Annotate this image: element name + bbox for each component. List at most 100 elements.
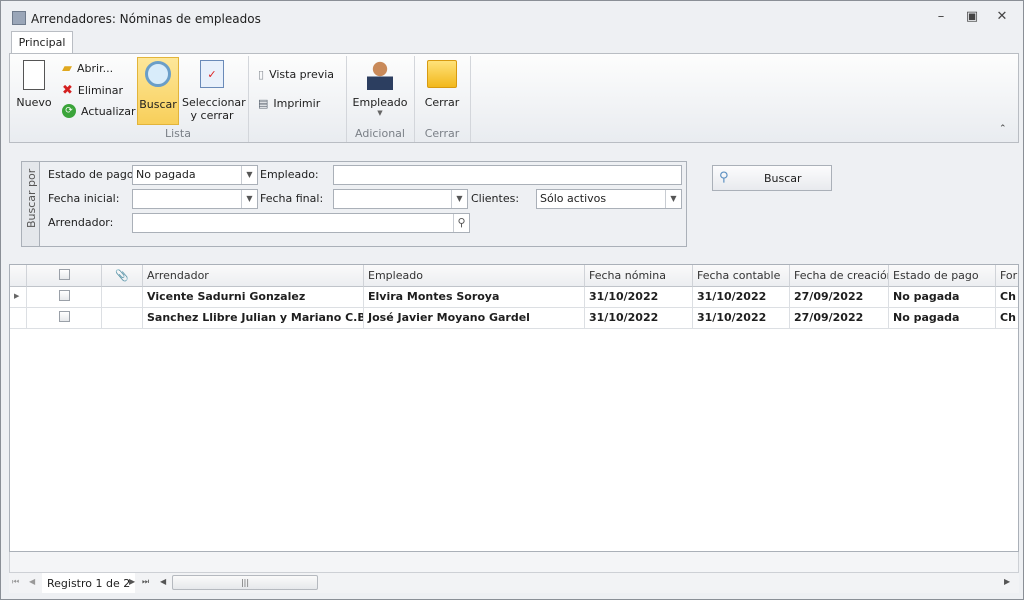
prev-record-icon[interactable]: ◀ <box>29 577 35 586</box>
y-cerrar-label: y cerrar <box>190 109 234 122</box>
fecha-final-input[interactable]: ▼ <box>333 189 468 209</box>
table-cell[interactable]: 31/10/2022 <box>693 287 790 308</box>
table-cell[interactable]: Ch <box>996 287 1018 308</box>
estado-pago-select[interactable]: No pagada ▼ <box>132 165 258 185</box>
payroll-grid: 📎 Arrendador Empleado Fecha nómina Fecha… <box>9 264 1019 552</box>
abrir-label: Abrir... <box>77 62 114 75</box>
preview-icon: ▯ <box>258 68 265 81</box>
empleado-input[interactable] <box>333 165 682 185</box>
select-check-icon: ✓ <box>200 60 224 88</box>
table-cell[interactable]: 31/10/2022 <box>585 308 693 329</box>
fecha-inicial-input[interactable]: ▼ <box>132 189 258 209</box>
table-cell[interactable]: 31/10/2022 <box>693 308 790 329</box>
fecha-inicial-label: Fecha inicial: <box>48 192 120 205</box>
search-icon[interactable]: ⚲ <box>453 214 469 232</box>
horizontal-scrollbar-thumb[interactable]: ||| <box>172 575 318 590</box>
chevron-down-icon: ▼ <box>665 190 681 208</box>
col-fecha-contable[interactable]: Fecha contable <box>693 265 790 287</box>
close-button[interactable]: ✕ <box>992 9 1012 24</box>
magnifier-icon: ⚲ <box>719 170 729 185</box>
estado-label: Estado de pago: <box>48 168 138 181</box>
seleccionar-cerrar-button[interactable]: ✓ Seleccionar y cerrar <box>182 60 246 122</box>
abrir-button[interactable]: ▰ Abrir... <box>62 61 113 76</box>
folder-icon: ▰ <box>62 61 72 76</box>
table-cell[interactable]: Ch <box>996 308 1018 329</box>
search-legend: Buscar por <box>25 168 38 228</box>
eliminar-button[interactable]: ✖ Eliminar <box>62 83 123 98</box>
eliminar-label: Eliminar <box>77 84 123 97</box>
arrendador-input[interactable]: ⚲ <box>132 213 470 233</box>
row-indicator-icon: ▶ <box>10 287 27 308</box>
calendar-icon <box>12 11 26 25</box>
table-cell[interactable]: No pagada <box>889 308 996 329</box>
select-all-checkbox[interactable] <box>27 265 102 287</box>
next-record-icon[interactable]: ▶ <box>129 577 135 586</box>
actualizar-label: Actualizar <box>81 104 136 118</box>
delete-x-icon: ✖ <box>62 83 73 98</box>
nuevo-label: Nuevo <box>16 96 52 109</box>
minimize-button[interactable]: – <box>931 9 951 24</box>
employee-icon <box>367 60 393 90</box>
cerrar-label: Cerrar <box>424 96 460 109</box>
actualizar-button[interactable]: ⟳ Actualizar <box>62 104 136 118</box>
collapse-ribbon-icon[interactable]: ⌃ <box>999 124 1007 134</box>
dropdown-arrow-icon: ▼ <box>377 109 383 117</box>
estado-value: No pagada <box>136 168 196 181</box>
last-record-icon[interactable]: ⏭ <box>142 577 149 587</box>
row-checkbox[interactable] <box>27 308 102 329</box>
chevron-down-icon: ▼ <box>241 190 257 208</box>
refresh-icon: ⟳ <box>62 104 76 118</box>
table-cell[interactable]: 31/10/2022 <box>585 287 693 308</box>
printer-icon: ▤ <box>258 97 269 110</box>
restore-button[interactable]: ▣ <box>962 9 982 24</box>
folder-exit-icon <box>427 60 457 88</box>
search-panel: Buscar por Estado de pago: No pagada ▼ Em… <box>21 161 687 247</box>
vista-previa-label: Vista previa <box>269 68 335 81</box>
vista-previa-button[interactable]: ▯ Vista previa <box>258 68 334 81</box>
record-counter: Registro 1 de 2 <box>42 573 136 593</box>
empleado-button[interactable]: Empleado ▼ <box>352 60 408 117</box>
imprimir-button[interactable]: ▤ Imprimir <box>258 97 320 110</box>
col-fecha-creacion[interactable]: Fecha de creación <box>790 265 889 287</box>
fecha-final-label: Fecha final: <box>260 192 324 205</box>
table-cell[interactable]: 27/09/2022 <box>790 308 889 329</box>
scroll-right-icon[interactable]: ▶ <box>1004 577 1010 586</box>
row-checkbox[interactable] <box>27 287 102 308</box>
tab-principal[interactable]: Principal <box>11 31 73 54</box>
table-cell[interactable]: Vicente Sadurni Gonzalez <box>143 287 364 308</box>
empleado-label: Empleado: <box>260 168 319 181</box>
col-estado-pago[interactable]: Estado de pago <box>889 265 996 287</box>
seleccionar-label: Seleccionar <box>182 96 246 109</box>
table-cell[interactable]: No pagada <box>889 287 996 308</box>
record-navigator: ⏮ ◀ Registro 1 de 2 ▶ ⏭ ◀ ||| ▶ <box>9 573 1019 593</box>
col-fecha-nomina[interactable]: Fecha nómina <box>585 265 693 287</box>
first-record-icon[interactable]: ⏮ <box>12 577 19 587</box>
buscar-button-label: Buscar <box>764 172 802 185</box>
grid-footer <box>9 552 1019 573</box>
buscar-button[interactable]: Buscar <box>137 57 179 125</box>
cerrar-button[interactable]: Cerrar <box>420 60 464 109</box>
ribbon: Nuevo ▰ Abrir... ✖ Eliminar ⟳ Actualizar Bu… <box>9 53 1019 143</box>
attachment-icon: 📎 <box>102 265 143 287</box>
scroll-left-icon[interactable]: ◀ <box>160 577 166 586</box>
table-cell[interactable]: José Javier Moyano Gardel <box>364 308 585 329</box>
group-cerrar-label: Cerrar <box>424 127 460 140</box>
col-forma[interactable]: For <box>996 265 1018 287</box>
table-cell[interactable]: 27/09/2022 <box>790 287 889 308</box>
magnifier-icon <box>145 61 171 87</box>
empleado-label: Empleado <box>352 96 408 109</box>
table-cell[interactable]: Elvira Montes Soroya <box>364 287 585 308</box>
table-cell[interactable]: Sanchez Llibre Julian y Mariano C.B. <box>143 308 364 329</box>
arrendador-label: Arrendador: <box>48 216 114 229</box>
nuevo-button[interactable]: Nuevo <box>16 60 52 109</box>
buscar-search-button[interactable]: ⚲ Buscar <box>712 165 832 191</box>
indicator-header <box>10 265 27 287</box>
clientes-select[interactable]: Sólo activos ▼ <box>536 189 682 209</box>
col-empleado[interactable]: Empleado <box>364 265 585 287</box>
attachment-cell <box>102 287 143 308</box>
new-document-icon <box>23 60 45 90</box>
row-indicator <box>10 308 27 329</box>
col-arrendador[interactable]: Arrendador <box>143 265 364 287</box>
window: Arrendadores: Nóminas de empleados – ▣ ✕… <box>0 0 1024 600</box>
window-title: Arrendadores: Nóminas de empleados <box>31 12 261 26</box>
